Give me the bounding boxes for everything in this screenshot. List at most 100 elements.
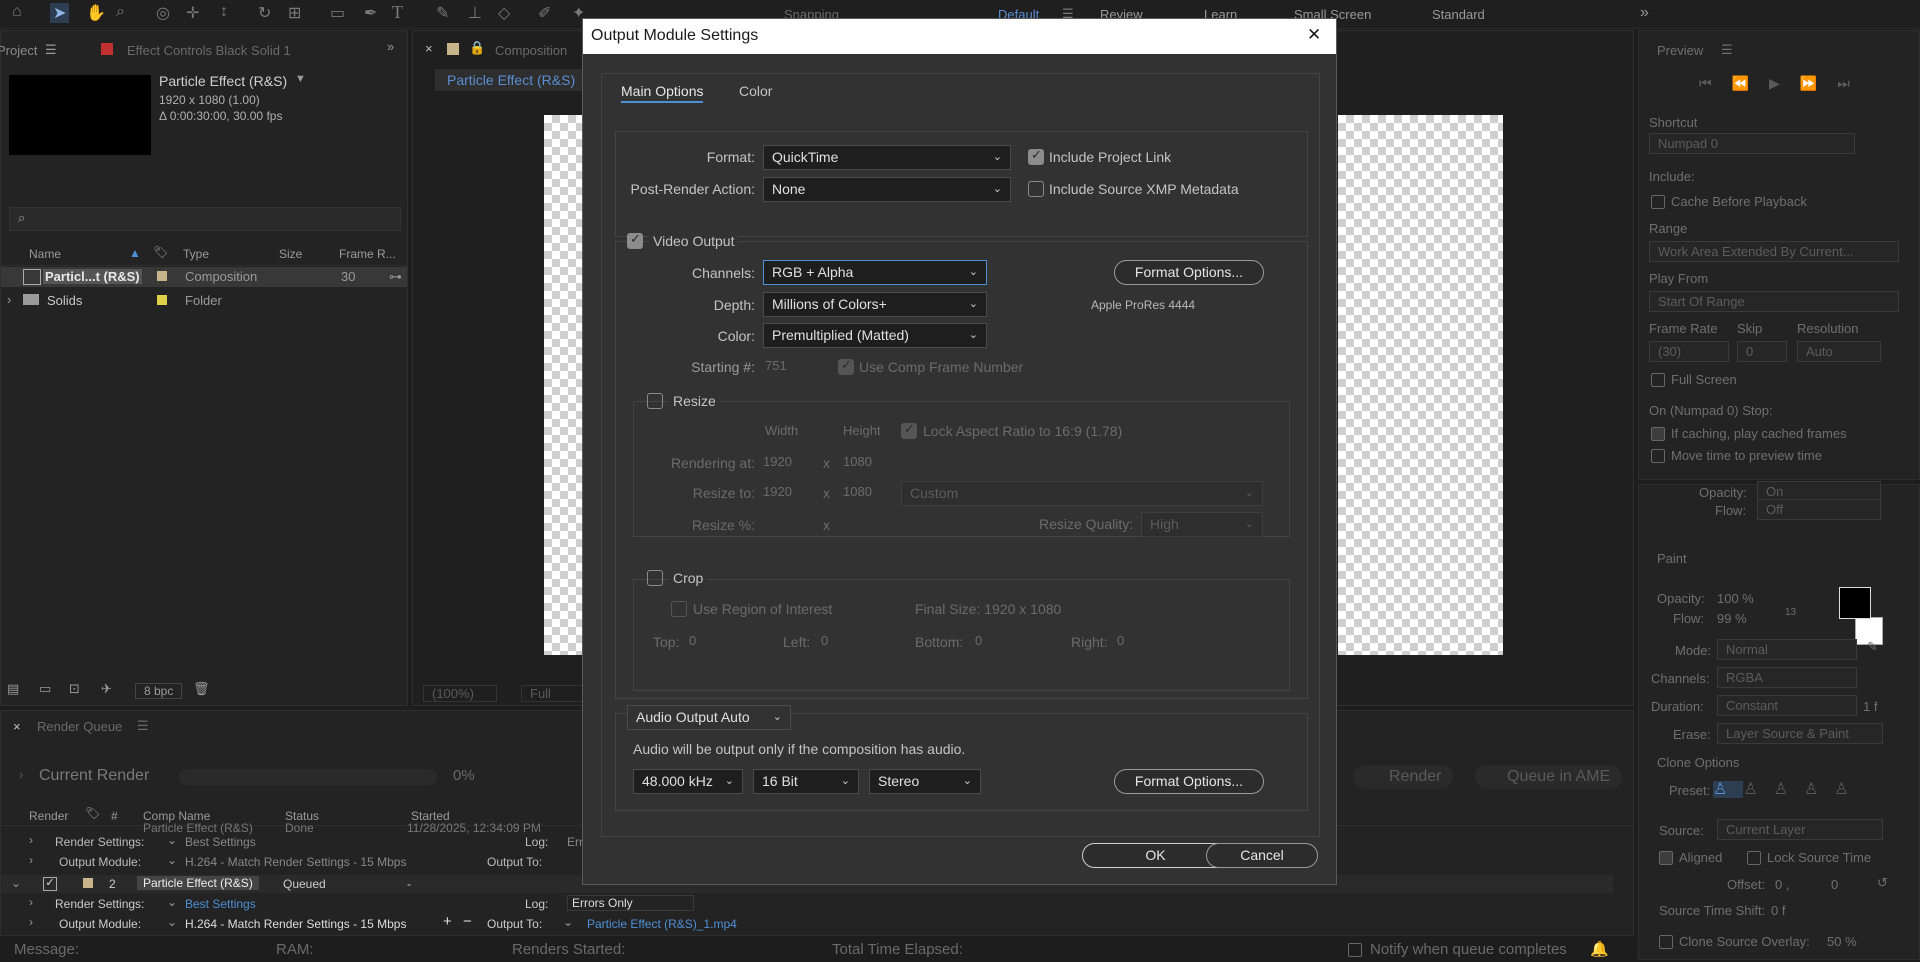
dialog-close-icon[interactable]: ✕: [1307, 25, 1321, 45]
effect-controls-tab[interactable]: Effect Controls Black Solid 1: [127, 43, 291, 58]
crop-bottom-value[interactable]: 0: [975, 633, 982, 648]
video-format-options-button[interactable]: Format Options...: [1114, 260, 1264, 285]
mode-dropdown[interactable]: Normal: [1717, 639, 1857, 660]
col-frame-rate[interactable]: Frame R...: [339, 247, 396, 261]
clone-preset-4-icon[interactable]: ♙: [1804, 781, 1834, 798]
starting-value[interactable]: 751: [765, 358, 787, 373]
channels-dropdown[interactable]: RGB + Alpha ⌄: [763, 260, 987, 285]
col-name[interactable]: Name: [29, 247, 61, 261]
resize-checkbox[interactable]: [647, 393, 663, 409]
render-queue-tab[interactable]: Render Queue: [37, 719, 122, 734]
preview-menu-icon[interactable]: ☰: [1721, 42, 1733, 58]
bit-depth-dropdown[interactable]: 16 Bit ⌄: [753, 769, 859, 794]
clone-preset-2-icon[interactable]: ♙: [1743, 781, 1773, 798]
col-type[interactable]: Type: [183, 247, 209, 261]
channels-dropdown[interactable]: RGBA: [1717, 667, 1857, 688]
workspace-more-icon[interactable]: »: [1640, 4, 1649, 22]
composition-tab[interactable]: Composition: [495, 43, 567, 58]
hand-tool-icon[interactable]: ✋: [86, 3, 106, 23]
project-search-input[interactable]: ⌕: [9, 207, 401, 231]
output-module-value[interactable]: H.264 - Match Render Settings - 15 Mbps: [185, 855, 406, 869]
crop-left-value[interactable]: 0: [821, 633, 828, 648]
project-tab[interactable]: Project: [0, 43, 37, 58]
clone-preset-3-icon[interactable]: ♙: [1774, 781, 1804, 798]
bpc-button[interactable]: 8 bpc: [135, 683, 183, 699]
resize-height[interactable]: 1080: [843, 484, 872, 499]
clone-overlay-checkbox[interactable]: [1659, 935, 1673, 949]
resize-width[interactable]: 1920: [763, 484, 792, 499]
flowchart-icon[interactable]: ⊶: [389, 269, 402, 285]
selection-tool-icon[interactable]: ➤: [50, 3, 70, 23]
render-button[interactable]: Render: [1353, 765, 1454, 789]
roto-brush-icon[interactable]: ✐: [538, 3, 551, 23]
erase-dropdown[interactable]: Layer Source & Paint: [1717, 723, 1883, 744]
render-settings-chevron-icon[interactable]: ⌄: [167, 895, 177, 909]
video-output-checkbox[interactable]: [627, 231, 643, 249]
workspace-standard[interactable]: Standard: [1432, 7, 1485, 22]
add-output-icon[interactable]: +: [443, 913, 452, 930]
expand-chevron-icon[interactable]: ›: [29, 833, 33, 847]
include-xmp-checkbox[interactable]: [1028, 181, 1044, 197]
crop-right-value[interactable]: 0: [1117, 633, 1124, 648]
clone-overlay-value[interactable]: 50 %: [1827, 934, 1857, 949]
rotate-tool-icon[interactable]: ↻: [258, 3, 271, 23]
eraser-tool-icon[interactable]: ◇: [498, 3, 510, 23]
comp-subtab[interactable]: Particle Effect (R&S): [435, 69, 588, 91]
expand-chevron-icon[interactable]: ›: [29, 853, 33, 867]
panel-more-icon[interactable]: »: [387, 39, 394, 54]
format-dropdown[interactable]: QuickTime ⌄: [763, 145, 1011, 170]
offset-x[interactable]: 0 ,: [1775, 877, 1789, 892]
col-render[interactable]: Render: [29, 809, 68, 823]
comp-dropdown-icon[interactable]: ▼: [295, 73, 306, 85]
source-dropdown[interactable]: Current Layer: [1717, 819, 1883, 840]
output-module-chevron-icon[interactable]: ⌄: [167, 853, 177, 867]
zoom-tool-icon[interactable]: ⌕: [116, 3, 125, 21]
queue-in-ame-button[interactable]: Queue in AME: [1475, 765, 1623, 789]
home-icon[interactable]: ⌂: [12, 3, 22, 21]
flow-value[interactable]: 99 %: [1717, 611, 1747, 626]
audio-output-dropdown[interactable]: Audio Output Auto ⌄: [627, 705, 791, 730]
current-render-chevron-icon[interactable]: ›: [19, 767, 23, 782]
lock-icon[interactable]: 🔒: [469, 40, 485, 56]
close-icon[interactable]: ×: [425, 41, 433, 56]
shortcut-dropdown[interactable]: Numpad 0: [1649, 133, 1855, 154]
source-time-shift-value[interactable]: 0 f: [1771, 903, 1785, 918]
pen-tool-icon[interactable]: ✒: [364, 3, 377, 23]
output-to-link[interactable]: Particle Effect (R&S)_1.mp4: [587, 917, 737, 931]
close-icon[interactable]: ×: [13, 719, 21, 734]
expand-chevron-icon[interactable]: ›: [7, 292, 11, 307]
duration-frames[interactable]: 1 f: [1863, 699, 1877, 714]
opacity-value[interactable]: 100 %: [1717, 591, 1754, 606]
post-render-dropdown[interactable]: None ⌄: [763, 177, 1011, 202]
new-folder-icon[interactable]: ▭: [39, 681, 51, 697]
comp-viewer-right[interactable]: [1338, 115, 1503, 655]
resolution-dropdown[interactable]: Auto: [1797, 341, 1881, 362]
lock-aspect-checkbox[interactable]: [901, 421, 917, 439]
trash-icon[interactable]: 🗑: [193, 681, 210, 697]
tag-icon[interactable]: 🏷: [85, 806, 100, 820]
cache-checkbox[interactable]: [1651, 195, 1665, 209]
move-time-checkbox[interactable]: [1651, 449, 1665, 463]
offset-y[interactable]: 0: [1831, 877, 1838, 892]
remove-output-icon[interactable]: −: [463, 913, 472, 930]
render-settings-value[interactable]: Best Settings: [185, 835, 256, 849]
notify-checkbox[interactable]: [1348, 943, 1362, 957]
orbit-tool-icon[interactable]: ◎: [156, 3, 170, 23]
aligned-checkbox[interactable]: [1659, 851, 1673, 865]
new-comp-icon[interactable]: ⊡: [69, 681, 80, 697]
flow-top-dropdown[interactable]: Off: [1757, 499, 1881, 520]
frame-rate-dropdown[interactable]: (30): [1649, 341, 1729, 362]
play-from-dropdown[interactable]: Start Of Range: [1649, 291, 1899, 312]
use-comp-frame-checkbox[interactable]: [838, 357, 854, 375]
clone-preset-1-icon[interactable]: ♙: [1713, 781, 1744, 798]
if-caching-checkbox[interactable]: [1651, 427, 1665, 441]
pan-behind-icon[interactable]: ⊞: [288, 3, 301, 23]
render-checkbox[interactable]: ✓: [43, 877, 57, 891]
project-row-comp[interactable]: Particl...t (R&S) Composition 30 ⊶: [1, 267, 407, 287]
render-settings-link[interactable]: Best Settings: [185, 897, 256, 911]
axis-tool-icon[interactable]: ↕: [220, 3, 228, 21]
include-project-link-checkbox[interactable]: [1028, 147, 1044, 165]
lock-source-time-checkbox[interactable]: [1747, 851, 1761, 865]
tab-main-options[interactable]: Main Options: [621, 83, 704, 103]
project-row-solids[interactable]: › Solids Folder: [1, 291, 407, 311]
